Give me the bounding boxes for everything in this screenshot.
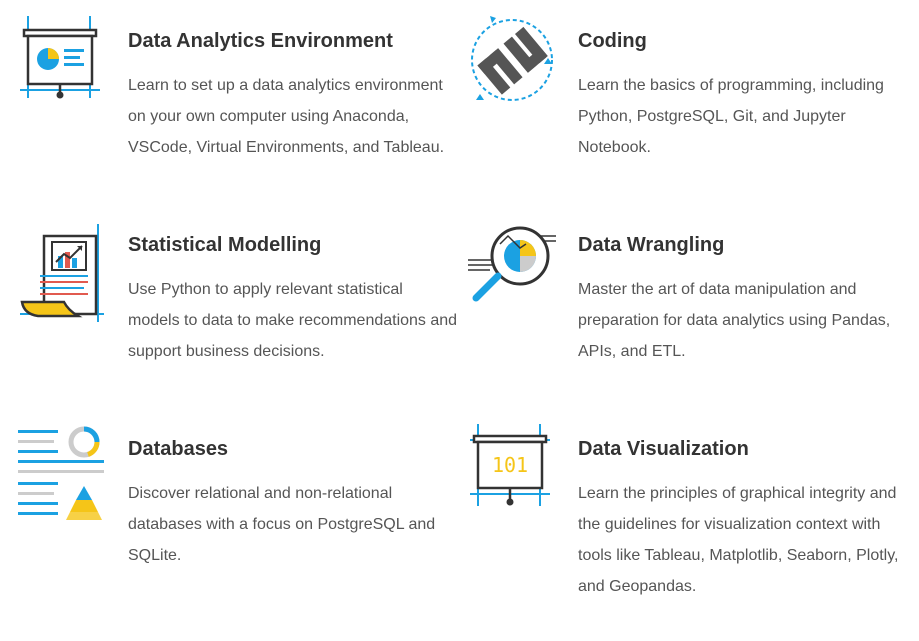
course-card-data-wrangling: Data Wrangling Master the art of data ma… (468, 216, 908, 416)
board-binary-text: 101 (492, 453, 528, 477)
card-description: Master the art of data manipulation and … (578, 281, 891, 360)
course-card-statistical-modelling: Statistical Modelling Use Python to appl… (18, 216, 458, 416)
course-card-data-analytics-environment: Data Analytics Environment Learn to set … (18, 12, 458, 212)
card-description: Learn to set up a data analytics environ… (128, 77, 445, 156)
presentation-chart-icon (20, 16, 100, 99)
card-description: Learn the basics of programming, includi… (578, 77, 884, 156)
card-title: Statistical Modelling (128, 234, 322, 256)
database-list-icon (18, 426, 104, 520)
magnifier-chart-icon (468, 226, 556, 302)
report-document-icon (20, 224, 104, 322)
course-card-coding: Coding Learn the basics of programming, … (468, 12, 908, 212)
card-title: Data Visualization (578, 438, 749, 460)
card-description: Discover relational and non-relational d… (128, 485, 436, 564)
card-title: Data Analytics Environment (128, 30, 393, 52)
binary-board-icon: 101 (470, 424, 550, 506)
course-card-databases: Databases Discover relational and non-re… (18, 420, 458, 620)
code-cycle-icon (471, 16, 553, 101)
card-description: Use Python to apply relevant statistical… (128, 281, 458, 360)
card-title: Data Wrangling (578, 234, 725, 256)
card-description: Learn the principles of graphical integr… (578, 485, 899, 595)
course-card-data-visualization: 101 Data Visualization Learn the princip… (468, 420, 908, 620)
card-title: Databases (128, 438, 229, 460)
card-title: Coding (578, 30, 647, 52)
